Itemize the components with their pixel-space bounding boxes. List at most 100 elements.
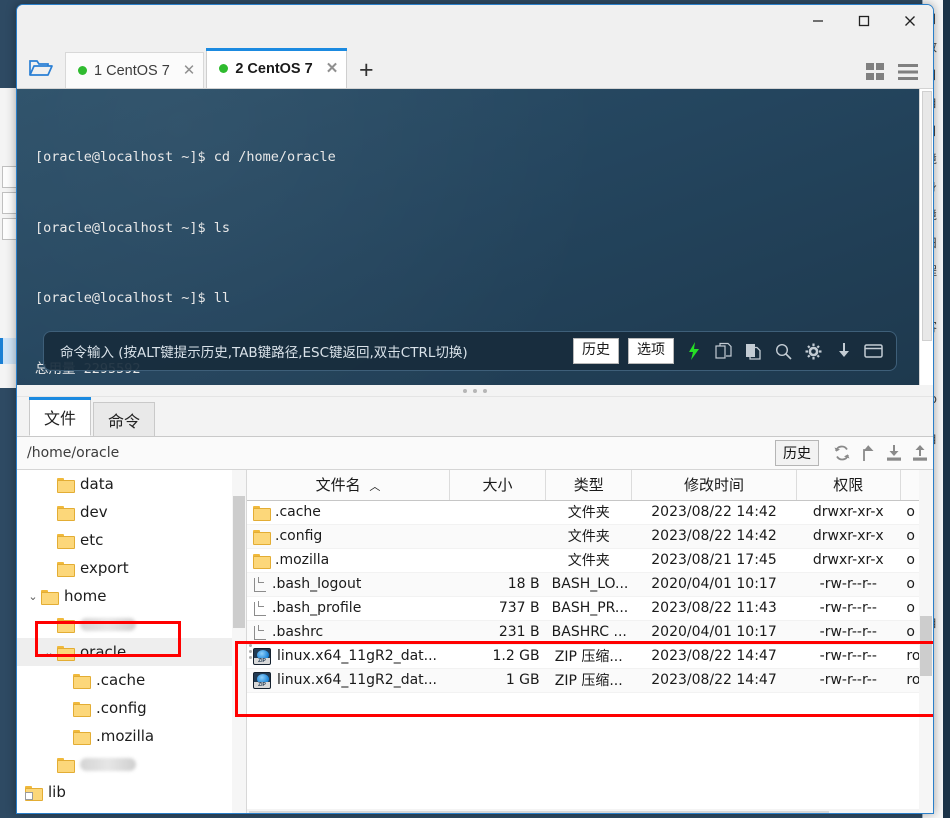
tree-scrollbar-thumb[interactable] (233, 496, 245, 628)
folder-icon (57, 561, 75, 577)
maximize-icon (858, 15, 870, 27)
splitter-dot (483, 388, 487, 393)
file-list-vertical-scrollbar-thumb[interactable] (920, 616, 932, 676)
tab-close-icon[interactable]: ✕ (177, 63, 196, 78)
open-folder-icon (29, 60, 53, 76)
path-input[interactable]: /home/oracle (27, 445, 775, 461)
file-type: 文件夹 (545, 500, 632, 525)
copy-icon[interactable] (713, 342, 734, 360)
upload-icon[interactable] (907, 444, 933, 462)
table-row[interactable]: ZIP linux.x64_11gR2_dat... 1.2 GB ZIP 压缩.… (247, 644, 933, 669)
file-icon (253, 576, 266, 592)
file-size: 18 B (449, 572, 546, 597)
column-header-modified[interactable]: 修改时间 (631, 470, 797, 501)
tree-item-config[interactable]: .config (17, 694, 246, 722)
tree-item-mozilla[interactable]: .mozilla (17, 722, 246, 750)
tree-item-cache[interactable]: .cache (17, 666, 246, 694)
grid-view-icon[interactable] (865, 62, 885, 82)
column-header-filename[interactable]: 文件名 ︿ (247, 470, 450, 501)
tree-item-blurred[interactable] (17, 750, 246, 778)
table-row[interactable]: .bash_logout 18 B BASH_LO... 2020/04/01 … (247, 572, 933, 597)
paste-icon[interactable] (743, 342, 764, 360)
download-icon[interactable] (833, 342, 854, 360)
command-input-field[interactable]: 命令输入 (按ALT键提示历史,TAB键路径,ESC键返回,双击CTRL切换) (60, 341, 564, 361)
table-row[interactable]: ZIP linux.x64_11gR2_dat... 1 GB ZIP 压缩...… (247, 668, 933, 693)
command-input-bar[interactable]: 命令输入 (按ALT键提示历史,TAB键路径,ESC键返回,双击CTRL切换) … (43, 331, 897, 371)
file-browser-body: data dev etc export ⌄ home ⌄ oracle .cac… (17, 470, 933, 813)
column-header-size[interactable]: 大小 (449, 470, 547, 501)
window-icon[interactable] (863, 343, 884, 359)
file-permissions: -rw-r--r-- (796, 620, 901, 645)
panel-splitter[interactable] (17, 385, 933, 397)
file-modified: 2023/08/22 11:43 (631, 596, 797, 621)
maximize-button[interactable] (841, 5, 887, 37)
close-button[interactable] (887, 5, 933, 37)
tree-item-etc[interactable]: etc (17, 526, 246, 554)
hamburger-menu-icon[interactable] (897, 63, 919, 81)
path-history-button[interactable]: 历史 (775, 440, 819, 466)
gear-icon[interactable] (803, 343, 824, 360)
folder-shortcut-icon (25, 785, 43, 801)
tree-item-lib64[interactable]: lib64 (17, 806, 246, 813)
new-tab-button[interactable]: + (349, 52, 383, 88)
open-folder-button[interactable] (17, 48, 65, 88)
table-row[interactable]: .bashrc 231 B BASHRC ... 2020/04/01 10:1… (247, 620, 933, 645)
search-icon[interactable] (773, 343, 794, 360)
tab-files[interactable]: 文件 (29, 397, 91, 436)
terminal-text: [oracle@localhost ~]$ ls (35, 219, 231, 236)
file-modified: 2020/04/01 10:17 (631, 620, 797, 645)
chevron-down-icon[interactable]: ⌄ (41, 646, 57, 659)
tree-scrollbar[interactable] (232, 470, 246, 813)
file-type: ZIP 压缩... (545, 668, 632, 693)
tree-item-home[interactable]: ⌄ home (17, 582, 246, 610)
table-row[interactable]: .bash_profile 737 B BASH_PR... 2023/08/2… (247, 596, 933, 621)
tree-item-label: lib64 (48, 811, 85, 813)
tree-item-dev[interactable]: dev (17, 498, 246, 526)
terminal-tab-1[interactable]: 1 CentOS 7 ✕ (65, 52, 205, 88)
directory-tree[interactable]: data dev etc export ⌄ home ⌄ oracle .cac… (17, 470, 247, 813)
go-up-icon[interactable] (855, 444, 881, 462)
tree-item-blurred[interactable] (17, 610, 246, 638)
download-icon[interactable] (881, 444, 907, 462)
terminal-scrollbar-thumb[interactable] (922, 91, 932, 341)
tree-item-label: lib (48, 783, 66, 801)
column-header-type[interactable]: 类型 (545, 470, 633, 501)
command-history-button[interactable]: 历史 (573, 338, 619, 364)
file-size: 1 GB (449, 668, 546, 693)
table-row[interactable]: .mozilla 文件夹 2023/08/21 17:45 drwxr-xr-x… (247, 548, 933, 573)
file-list-header-row: 文件名 ︿ 大小 类型 修改时间 权限 (247, 470, 933, 501)
chevron-down-icon[interactable]: ⌄ (25, 590, 41, 603)
file-list-horizontal-scrollbar-thumb[interactable] (249, 811, 829, 813)
tab-close-icon[interactable]: ✕ (320, 61, 339, 76)
lightning-icon[interactable] (683, 342, 704, 360)
tree-item-label: oracle (80, 643, 127, 661)
column-label: 文件名 (315, 476, 361, 495)
tab-strip-toolbar (865, 62, 933, 88)
file-modified: 2023/08/21 17:45 (631, 548, 797, 573)
grip-dot (249, 649, 252, 653)
column-header-permissions[interactable]: 权限 (796, 470, 901, 501)
tab-commands[interactable]: 命令 (93, 402, 155, 436)
file-list-horizontal-scrollbar[interactable] (247, 809, 919, 813)
tab-strip: 1 CentOS 7 ✕ 2 CentOS 7 ✕ + (17, 45, 933, 89)
minimize-button[interactable] (795, 5, 841, 37)
table-row[interactable]: .config 文件夹 2023/08/22 14:42 drwxr-xr-x … (247, 524, 933, 549)
tree-item-data[interactable]: data (17, 470, 246, 498)
file-permissions: -rw-r--r-- (796, 596, 901, 621)
tree-item-oracle[interactable]: ⌄ oracle (17, 638, 246, 666)
file-permissions: -rw-r--r-- (796, 668, 901, 693)
refresh-icon[interactable] (829, 444, 855, 462)
terminal-scrollbar[interactable] (919, 89, 933, 385)
folder-icon (57, 757, 75, 773)
file-type: BASH_LO... (545, 572, 632, 597)
folder-icon (57, 505, 75, 521)
file-size: 231 B (449, 620, 546, 645)
command-options-button[interactable]: 选项 (628, 338, 674, 364)
table-row[interactable]: .cache 文件夹 2023/08/22 14:42 drwxr-xr-x o (247, 500, 933, 525)
terminal-tab-2[interactable]: 2 CentOS 7 ✕ (206, 48, 348, 88)
file-name: .config (275, 528, 323, 544)
tree-item-export[interactable]: export (17, 554, 246, 582)
file-list-vertical-scrollbar[interactable] (919, 470, 933, 813)
tree-item-lib[interactable]: lib (17, 778, 246, 806)
file-modified: 2023/08/22 14:47 (631, 668, 797, 693)
